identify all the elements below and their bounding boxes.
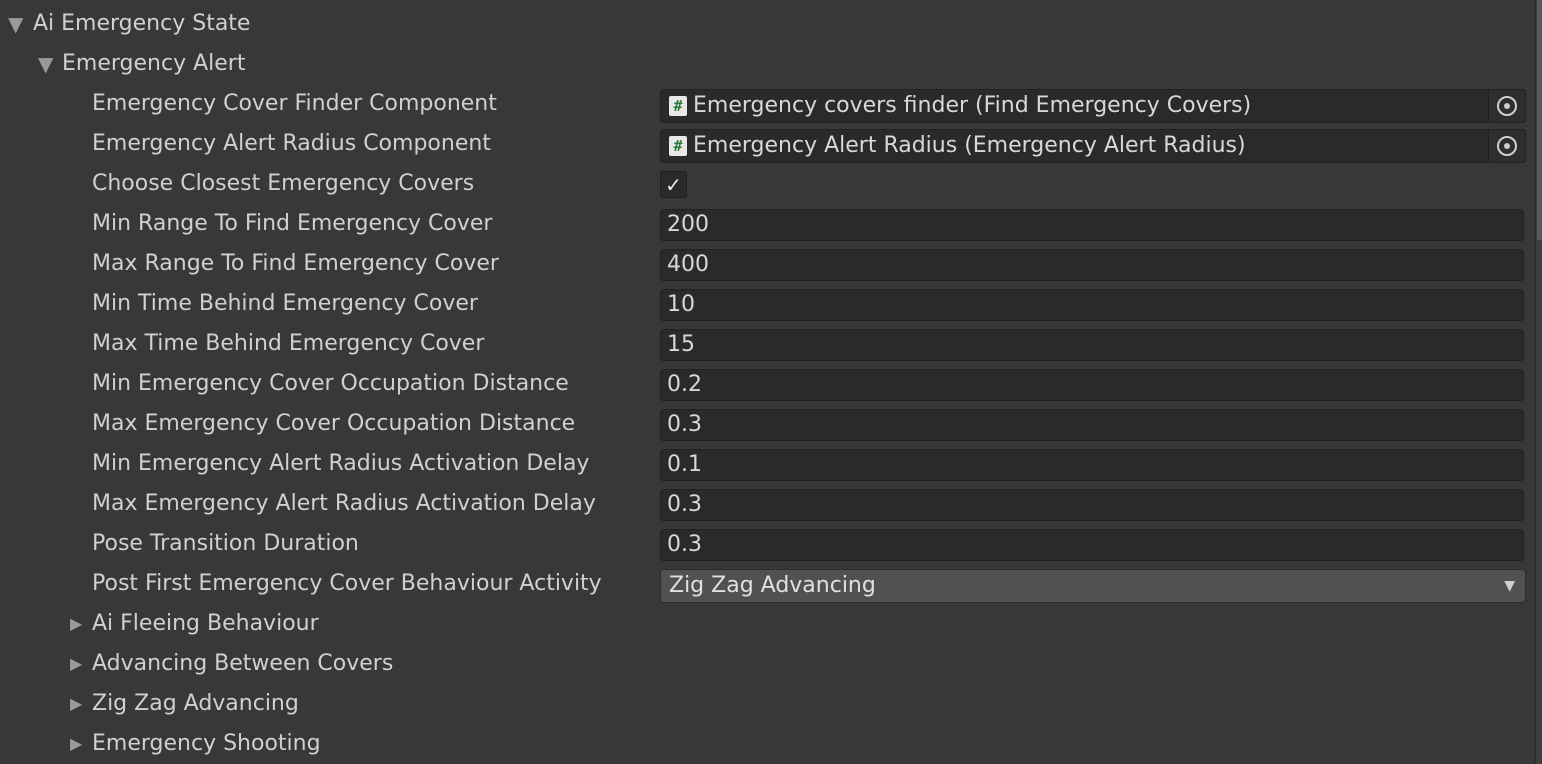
target-picker-icon [1497,96,1517,116]
property-label: Pose Transition Duration [92,531,359,556]
property-label: Min Emergency Cover Occupation Distance [92,371,569,396]
triangle-right-icon[interactable]: ▶ [70,604,82,644]
property-label: Max Range To Find Emergency Cover [92,251,499,276]
chevron-down-icon: ▼ [1504,578,1515,594]
property-row-max-activation: Max Emergency Alert Radius Activation De… [0,484,1530,524]
min-time-input[interactable]: 10 [660,289,1524,321]
foldout-advancing-between-covers[interactable]: ▶ Advancing Between Covers [0,644,1530,684]
min-activation-input[interactable]: 0.1 [660,449,1524,481]
foldout-emergency-alert[interactable]: ▼ Emergency Alert [0,44,1530,84]
script-icon: # [669,96,687,116]
object-picker-button[interactable] [1488,130,1525,162]
property-row-max-time: Max Time Behind Emergency Cover 15 [0,324,1530,364]
triangle-down-icon[interactable]: ▼ [8,4,23,44]
foldout-ai-emergency-state[interactable]: ▼ Ai Emergency State [0,4,1530,44]
foldout-ai-fleeing-behaviour[interactable]: ▶ Ai Fleeing Behaviour [0,604,1530,644]
property-row-alert-radius: Emergency Alert Radius Component # Emerg… [0,124,1530,164]
vertical-scrollbar[interactable] [1535,0,1542,764]
object-picker-button[interactable] [1488,90,1525,122]
property-row-max-range: Max Range To Find Emergency Cover 400 [0,244,1530,284]
cover-finder-object-field[interactable]: # Emergency covers finder (Find Emergenc… [660,89,1526,123]
property-row-post-first: Post First Emergency Cover Behaviour Act… [0,564,1530,604]
foldout-label: Zig Zag Advancing [92,691,299,716]
alert-radius-object-field[interactable]: # Emergency Alert Radius (Emergency Aler… [660,129,1526,163]
property-label: Choose Closest Emergency Covers [92,171,475,196]
property-row-choose-closest: Choose Closest Emergency Covers ✓ [0,164,1530,204]
property-row-pose-transition: Pose Transition Duration 0.3 [0,524,1530,564]
script-icon: # [669,136,687,156]
foldout-emergency-shooting[interactable]: ▶ Emergency Shooting [0,724,1530,764]
dropdown-value: Zig Zag Advancing [669,573,876,598]
max-time-input[interactable]: 15 [660,329,1524,361]
property-label: Min Time Behind Emergency Cover [92,291,478,316]
property-row-min-occupation: Min Emergency Cover Occupation Distance … [0,364,1530,404]
foldout-label: Emergency Alert [62,51,246,76]
property-label: Max Time Behind Emergency Cover [92,331,485,356]
property-label: Emergency Alert Radius Component [92,131,491,156]
property-label: Emergency Cover Finder Component [92,91,497,116]
foldout-label: Advancing Between Covers [92,651,394,676]
scrollbar-thumb[interactable] [1537,0,1542,240]
property-row-max-occupation: Max Emergency Cover Occupation Distance … [0,404,1530,444]
triangle-right-icon[interactable]: ▶ [70,644,82,684]
foldout-label: Ai Fleeing Behaviour [92,611,319,636]
property-label: Post First Emergency Cover Behaviour Act… [92,571,602,596]
foldout-label: Emergency Shooting [92,731,321,756]
target-picker-icon [1497,136,1517,156]
min-range-input[interactable]: 200 [660,209,1524,241]
post-first-dropdown[interactable]: Zig Zag Advancing ▼ [660,569,1526,603]
min-occupation-input[interactable]: 0.2 [660,369,1524,401]
max-occupation-input[interactable]: 0.3 [660,409,1524,441]
property-row-min-range: Min Range To Find Emergency Cover 200 [0,204,1530,244]
max-range-input[interactable]: 400 [660,249,1524,281]
property-label: Max Emergency Cover Occupation Distance [92,411,576,436]
choose-closest-checkbox[interactable]: ✓ [660,171,687,198]
property-row-min-time: Min Time Behind Emergency Cover 10 [0,284,1530,324]
object-field-value: Emergency Alert Radius (Emergency Alert … [693,133,1246,158]
property-label: Max Emergency Alert Radius Activation De… [92,491,596,516]
foldout-label: Ai Emergency State [33,11,251,36]
property-label: Min Range To Find Emergency Cover [92,211,493,236]
max-activation-input[interactable]: 0.3 [660,489,1524,521]
triangle-right-icon[interactable]: ▶ [70,684,82,724]
foldout-zig-zag-advancing[interactable]: ▶ Zig Zag Advancing [0,684,1530,724]
object-field-value: Emergency covers finder (Find Emergency … [693,93,1252,118]
property-row-min-activation: Min Emergency Alert Radius Activation De… [0,444,1530,484]
inspector-panel: ▼ Ai Emergency State ▼ Emergency Alert E… [0,0,1542,764]
property-label: Min Emergency Alert Radius Activation De… [92,451,590,476]
property-row-cover-finder: Emergency Cover Finder Component # Emerg… [0,84,1530,124]
pose-transition-input[interactable]: 0.3 [660,529,1524,561]
triangle-right-icon[interactable]: ▶ [70,724,82,764]
triangle-down-icon[interactable]: ▼ [38,44,53,84]
